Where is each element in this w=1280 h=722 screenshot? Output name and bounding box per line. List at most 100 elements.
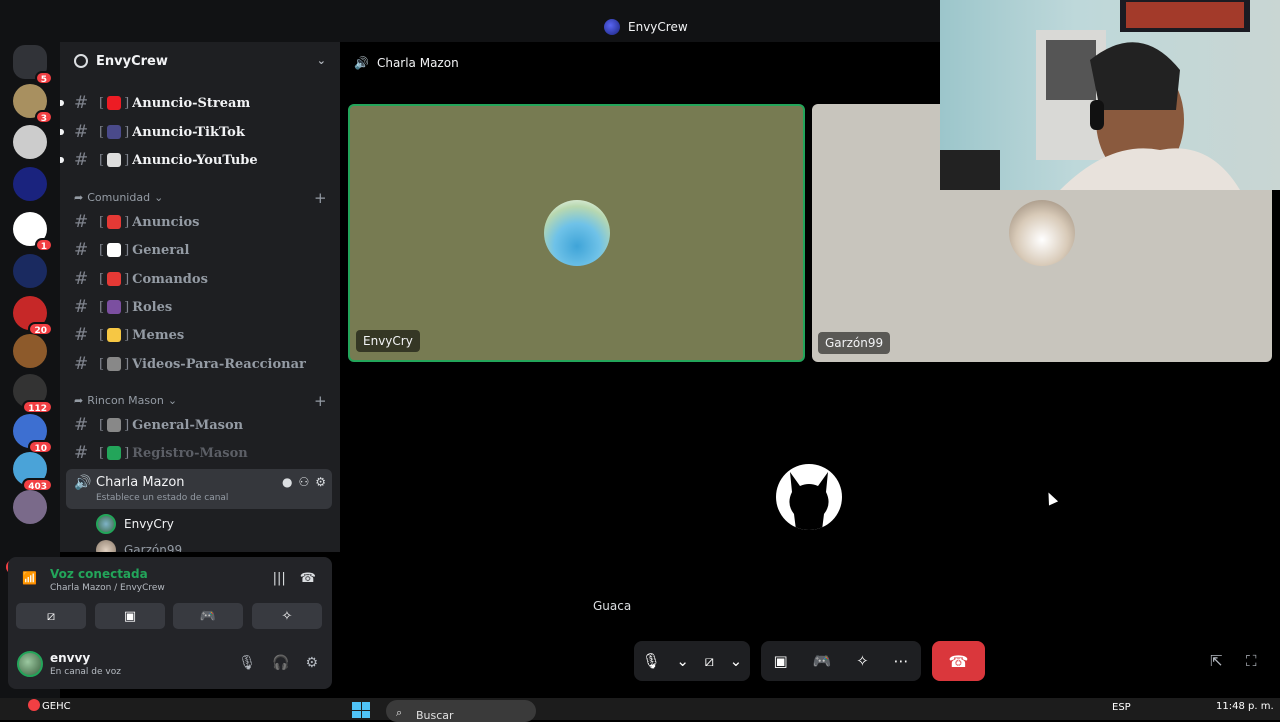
server-icon-server-6[interactable]: 20 <box>13 296 53 336</box>
bracket-open: [ <box>99 271 105 287</box>
screen-share-button[interactable]: ▣ <box>95 603 165 629</box>
channel-anuncio-tiktok[interactable]: # [] Anuncio-TikTok <box>60 120 330 144</box>
channel-roles[interactable]: # [] Roles <box>74 295 330 319</box>
language-indicator[interactable]: ESP <box>1112 702 1131 713</box>
voice-location[interactable]: Charla Mazon / EnvyCrew <box>50 583 165 593</box>
avatar[interactable] <box>17 651 43 677</box>
bracket-open: [ <box>99 124 105 140</box>
voice-channel-charla-mazon[interactable]: 🔊 Charla Mazon Establece un estado de ca… <box>66 469 332 509</box>
soundboard-button[interactable]: ✧ <box>252 603 322 629</box>
category-comunidad[interactable]: ➦ Comunidad ⌄ + <box>74 189 327 207</box>
chevron-down-icon[interactable]: ⌄ <box>676 652 689 670</box>
avatar-guaca[interactable] <box>776 464 842 530</box>
video-tile-envycry[interactable]: EnvyCry <box>348 104 805 362</box>
channel-name: General-Mason <box>132 417 244 433</box>
hash-icon: # <box>74 150 89 170</box>
gear-icon[interactable]: ⚙ <box>305 655 318 671</box>
disconnect-icon[interactable]: ☎ <box>300 571 316 586</box>
popout-icon[interactable]: ⇱ <box>1210 652 1223 670</box>
add-channel-icon[interactable]: + <box>314 189 327 207</box>
channel-videos-para-reaccionar[interactable]: # [] Videos-Para-Reaccionar <box>74 352 330 376</box>
channel-emoji-icon <box>107 215 122 229</box>
server-icon-server-4[interactable]: 1 <box>13 212 53 252</box>
headphones-icon[interactable]: 🎧 <box>272 655 289 671</box>
voice-connected-status[interactable]: Voz conectada <box>50 567 148 581</box>
microphone-icon[interactable]: 🎙 <box>642 652 661 670</box>
server-icon-server-9[interactable]: 10 <box>13 414 53 454</box>
unread-badge: 5 <box>34 71 53 85</box>
server-icon-server-2[interactable] <box>13 125 47 159</box>
channel-anuncio-stream[interactable]: # [] Anuncio-Stream <box>60 91 330 115</box>
search-icon: ⌕ <box>396 706 403 719</box>
more-icon[interactable]: ⋯ <box>894 652 909 670</box>
fullscreen-icon[interactable]: ⛶ <box>1246 652 1257 670</box>
server-header[interactable]: EnvyCrew ⌄ <box>60 42 340 80</box>
channel-sidebar: EnvyCrew ⌄ #[] Anuncio-Stream #[] Anuncio-T… <box>60 42 340 552</box>
server-icon-discord-home[interactable]: 5 <box>13 45 53 85</box>
window-title: EnvyCrew <box>604 19 688 35</box>
devil-silhouette-icon <box>789 472 829 530</box>
signal-icon: 📶 <box>22 571 37 585</box>
bracket-open: [ <box>99 214 105 230</box>
channel-memes[interactable]: # [] Memes <box>74 323 330 347</box>
username[interactable]: envvy <box>50 651 90 665</box>
soundboard-icon[interactable]: ✧ <box>856 652 869 670</box>
arrow-icon: ➦ <box>74 394 84 407</box>
camera-off-icon: ⧄ <box>46 608 56 624</box>
camera-off-button[interactable]: ⧄ <box>16 603 86 629</box>
add-channel-icon[interactable]: + <box>314 392 327 410</box>
hash-icon: # <box>74 240 89 260</box>
screen-share-icon[interactable]: ▣ <box>773 652 787 670</box>
camera-off-icon[interactable]: ⧄ <box>705 652 715 670</box>
channel-emoji-icon <box>107 125 122 139</box>
channel-comandos[interactable]: # [] Comandos <box>74 267 330 291</box>
voice-user-envycry[interactable]: EnvyCry <box>96 514 174 534</box>
channel-emoji-icon <box>107 357 122 371</box>
channel-general-mason[interactable]: # [] General-Mason <box>74 413 330 437</box>
arrow-icon: ➦ <box>74 191 84 204</box>
server-icon-server-5[interactable] <box>13 254 47 288</box>
server-icon-server-10[interactable]: 403 <box>13 452 53 492</box>
chat-icon[interactable]: ● <box>282 475 292 489</box>
taskbar-search[interactable]: ⌕ Buscar <box>386 700 536 722</box>
notification-badge-icon <box>28 699 40 711</box>
chevron-down-icon[interactable]: ⌄ <box>317 54 326 67</box>
activities-button[interactable]: 🎮 <box>173 603 243 629</box>
channel-anuncios[interactable]: # [] Anuncios <box>74 210 330 234</box>
invite-icon[interactable]: ⚇ <box>298 475 309 489</box>
clock[interactable]: 11:48 p. m. <box>1216 701 1274 712</box>
user-status: En canal de voz <box>50 667 121 677</box>
server-icon-server-1[interactable]: 3 <box>13 84 53 124</box>
bracket-open: [ <box>99 327 105 343</box>
unread-indicator <box>60 100 64 106</box>
stock-ticker[interactable]: GEHC <box>42 701 71 712</box>
voice-channel-name: Charla Mazon <box>96 475 185 490</box>
bracket-open: [ <box>99 417 105 433</box>
server-icon-server-7[interactable] <box>13 334 47 368</box>
category-rincon-mason[interactable]: ➦ Rincon Mason ⌄ + <box>74 392 327 410</box>
voice-user-garzon99[interactable]: Garzón99 <box>96 540 182 552</box>
channel-general[interactable]: # [] General <box>74 238 330 262</box>
channel-anuncio-youtube[interactable]: # [] Anuncio-YouTube <box>60 148 330 172</box>
chevron-down-icon[interactable]: ⌄ <box>730 652 743 670</box>
bracket-open: [ <box>99 445 105 461</box>
server-icon-envycrew[interactable] <box>13 167 47 201</box>
tile-label: Garzón99 <box>818 332 891 354</box>
channel-name: Memes <box>132 327 185 343</box>
voice-channel-status[interactable]: Establece un estado de canal <box>96 493 228 503</box>
microphone-icon[interactable]: 🎙 <box>238 655 256 671</box>
hash-icon: # <box>74 325 89 345</box>
channel-name: Registro-Mason <box>132 445 248 461</box>
gear-icon[interactable]: ⚙ <box>315 475 326 489</box>
hang-up-button[interactable]: ☎ <box>932 641 985 681</box>
channel-name: Comandos <box>132 271 208 287</box>
server-icon-server-8[interactable]: 112 <box>13 374 53 414</box>
webcam-image <box>940 0 1250 190</box>
server-icon-server-11[interactable] <box>13 490 47 524</box>
windows-start-icon[interactable] <box>352 702 370 718</box>
unread-badge: 3 <box>34 110 53 124</box>
category-name: Comunidad <box>87 191 151 204</box>
gamepad-icon[interactable]: 🎮 <box>813 652 832 670</box>
channel-registro-mason[interactable]: # [] Registro-Mason <box>74 441 330 465</box>
noise-suppression-icon[interactable]: ||| <box>273 571 286 586</box>
